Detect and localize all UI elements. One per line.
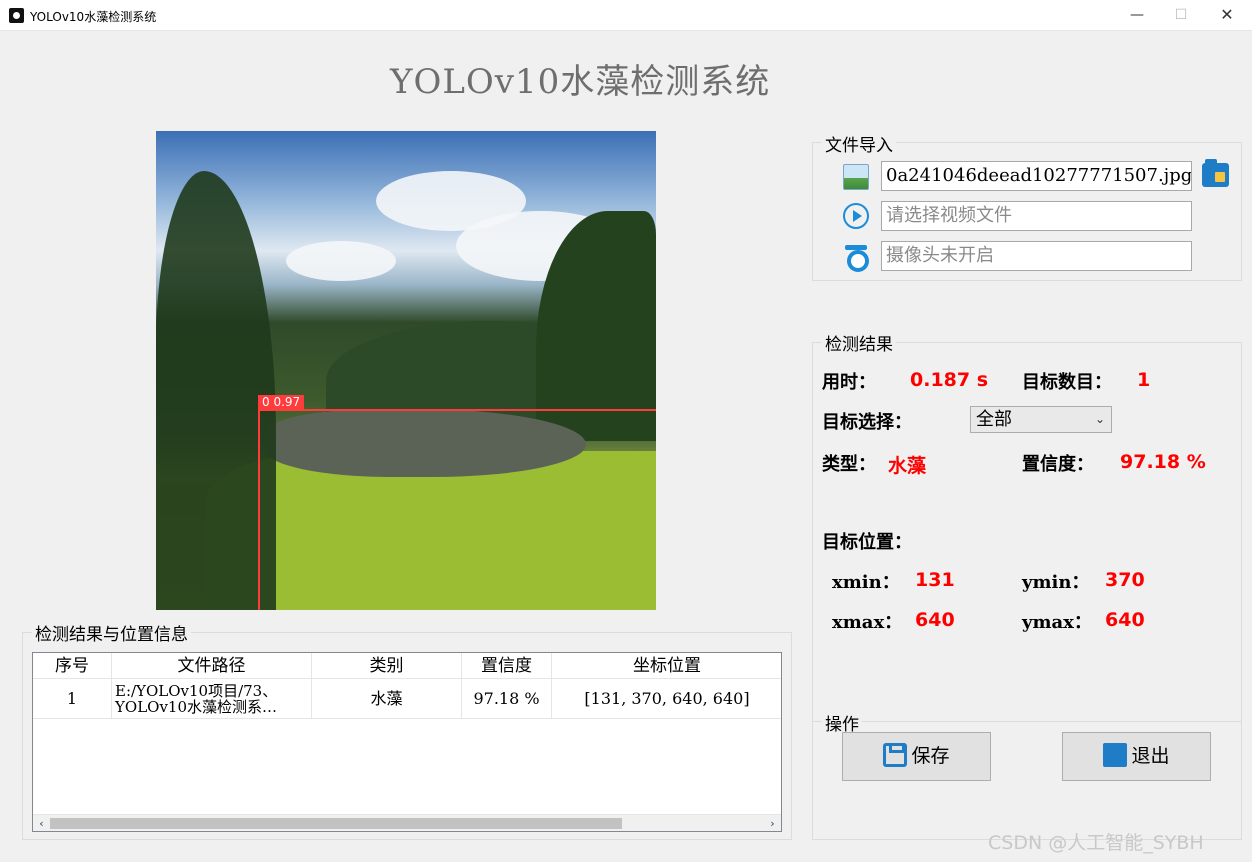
header-coordinates[interactable]: 坐标位置 [552, 653, 782, 679]
open-folder-icon[interactable] [1202, 159, 1229, 187]
cell-confidence: 97.18 % [462, 679, 552, 719]
cell-file-path-line1: E:/YOLOv10项目/73、 [115, 682, 278, 700]
ymin-label: ymin： [1022, 572, 1090, 593]
horizontal-scrollbar[interactable]: ‹ › [33, 814, 781, 831]
cell-category: 水藻 [312, 679, 462, 719]
video-path-field[interactable]: 请选择视频文件 [881, 201, 1192, 231]
target-select-value: 全部 [976, 409, 1012, 430]
target-count-label: 目标数目： [1022, 372, 1112, 393]
confidence-value: 97.18 % [1120, 451, 1206, 473]
chevron-down-icon: ⌄ [1094, 412, 1105, 426]
target-select-dropdown[interactable]: 全部 ⌄ [970, 406, 1112, 433]
close-button[interactable]: ✕ [1212, 5, 1242, 25]
scroll-left-icon[interactable]: ‹ [33, 815, 50, 832]
results-table-title: 检测结果与位置信息 [32, 620, 191, 645]
exit-button-label: 退出 [1131, 745, 1170, 767]
detection-bbox [258, 409, 656, 610]
xmax-label: xmax： [832, 612, 903, 633]
exit-button[interactable]: 退出 [1062, 732, 1211, 781]
confidence-label: 置信度： [1022, 454, 1094, 475]
results-table[interactable]: 序号 文件路径 类别 置信度 坐标位置 1 E:/YOLOv10项目/73、 Y… [32, 652, 782, 832]
scroll-right-icon[interactable]: › [764, 815, 781, 832]
camera-status-field[interactable]: 摄像头未开启 [881, 241, 1192, 271]
cell-file-path-line2: YOLOv10水藻检测系… [115, 698, 278, 716]
type-label: 类型： [822, 454, 876, 475]
target-count-value: 1 [1137, 369, 1151, 391]
xmin-value: 131 [915, 569, 955, 591]
detection-image-view: 0 0.97 [156, 131, 656, 610]
table-header: 序号 文件路径 类别 置信度 坐标位置 [33, 653, 781, 679]
watermark: CSDN @人工智能_SYBH [988, 832, 1204, 854]
exit-icon [1103, 742, 1128, 767]
maximize-button[interactable]: ☐ [1166, 5, 1196, 25]
save-button-label: 保存 [911, 745, 950, 767]
header-confidence[interactable]: 置信度 [462, 653, 552, 679]
app-title: YOLOv10水藻检测系统 [390, 62, 771, 102]
scrollbar-thumb[interactable] [50, 818, 622, 829]
xmax-value: 640 [915, 609, 955, 631]
cell-coordinates: [131, 370, 640, 640] [584, 689, 750, 708]
header-index[interactable]: 序号 [33, 653, 112, 679]
time-label: 用时： [822, 372, 876, 393]
file-import-title: 文件导入 [822, 131, 896, 156]
detection-results-title: 检测结果 [822, 330, 896, 355]
cell-index: 1 [33, 679, 112, 719]
image-file-icon[interactable] [843, 164, 869, 190]
xmin-label: xmin： [832, 572, 900, 593]
ymax-value: 640 [1105, 609, 1145, 631]
time-value: 0.187 s [910, 369, 989, 391]
save-icon [883, 742, 908, 767]
target-select-label: 目标选择： [822, 412, 912, 433]
ymin-value: 370 [1105, 569, 1145, 591]
camera-icon[interactable] [843, 243, 869, 272]
ymax-label: ymax： [1022, 612, 1092, 633]
save-button[interactable]: 保存 [842, 732, 991, 781]
target-position-label: 目标位置： [822, 532, 912, 553]
window-titlebar: YOLOv10水藻检测系统 — ☐ ✕ [0, 0, 1252, 31]
cloud [286, 241, 396, 281]
detection-bbox-label: 0 0.97 [258, 395, 305, 410]
video-play-icon[interactable] [843, 203, 869, 229]
type-value: 水藻 [888, 455, 927, 477]
image-path-field[interactable]: 0a241046deead10277771507.jpg [881, 161, 1192, 191]
cell-file-path: E:/YOLOv10项目/73、 YOLOv10水藻检测系… [112, 679, 312, 719]
app-logo-icon [9, 8, 24, 23]
window-title: YOLOv10水藻检测系统 [30, 10, 157, 24]
minimize-button[interactable]: — [1122, 5, 1152, 25]
header-file-path[interactable]: 文件路径 [112, 653, 312, 679]
header-category[interactable]: 类别 [312, 653, 462, 679]
table-row[interactable]: 1 E:/YOLOv10项目/73、 YOLOv10水藻检测系… 水藻 97.1… [33, 679, 781, 719]
